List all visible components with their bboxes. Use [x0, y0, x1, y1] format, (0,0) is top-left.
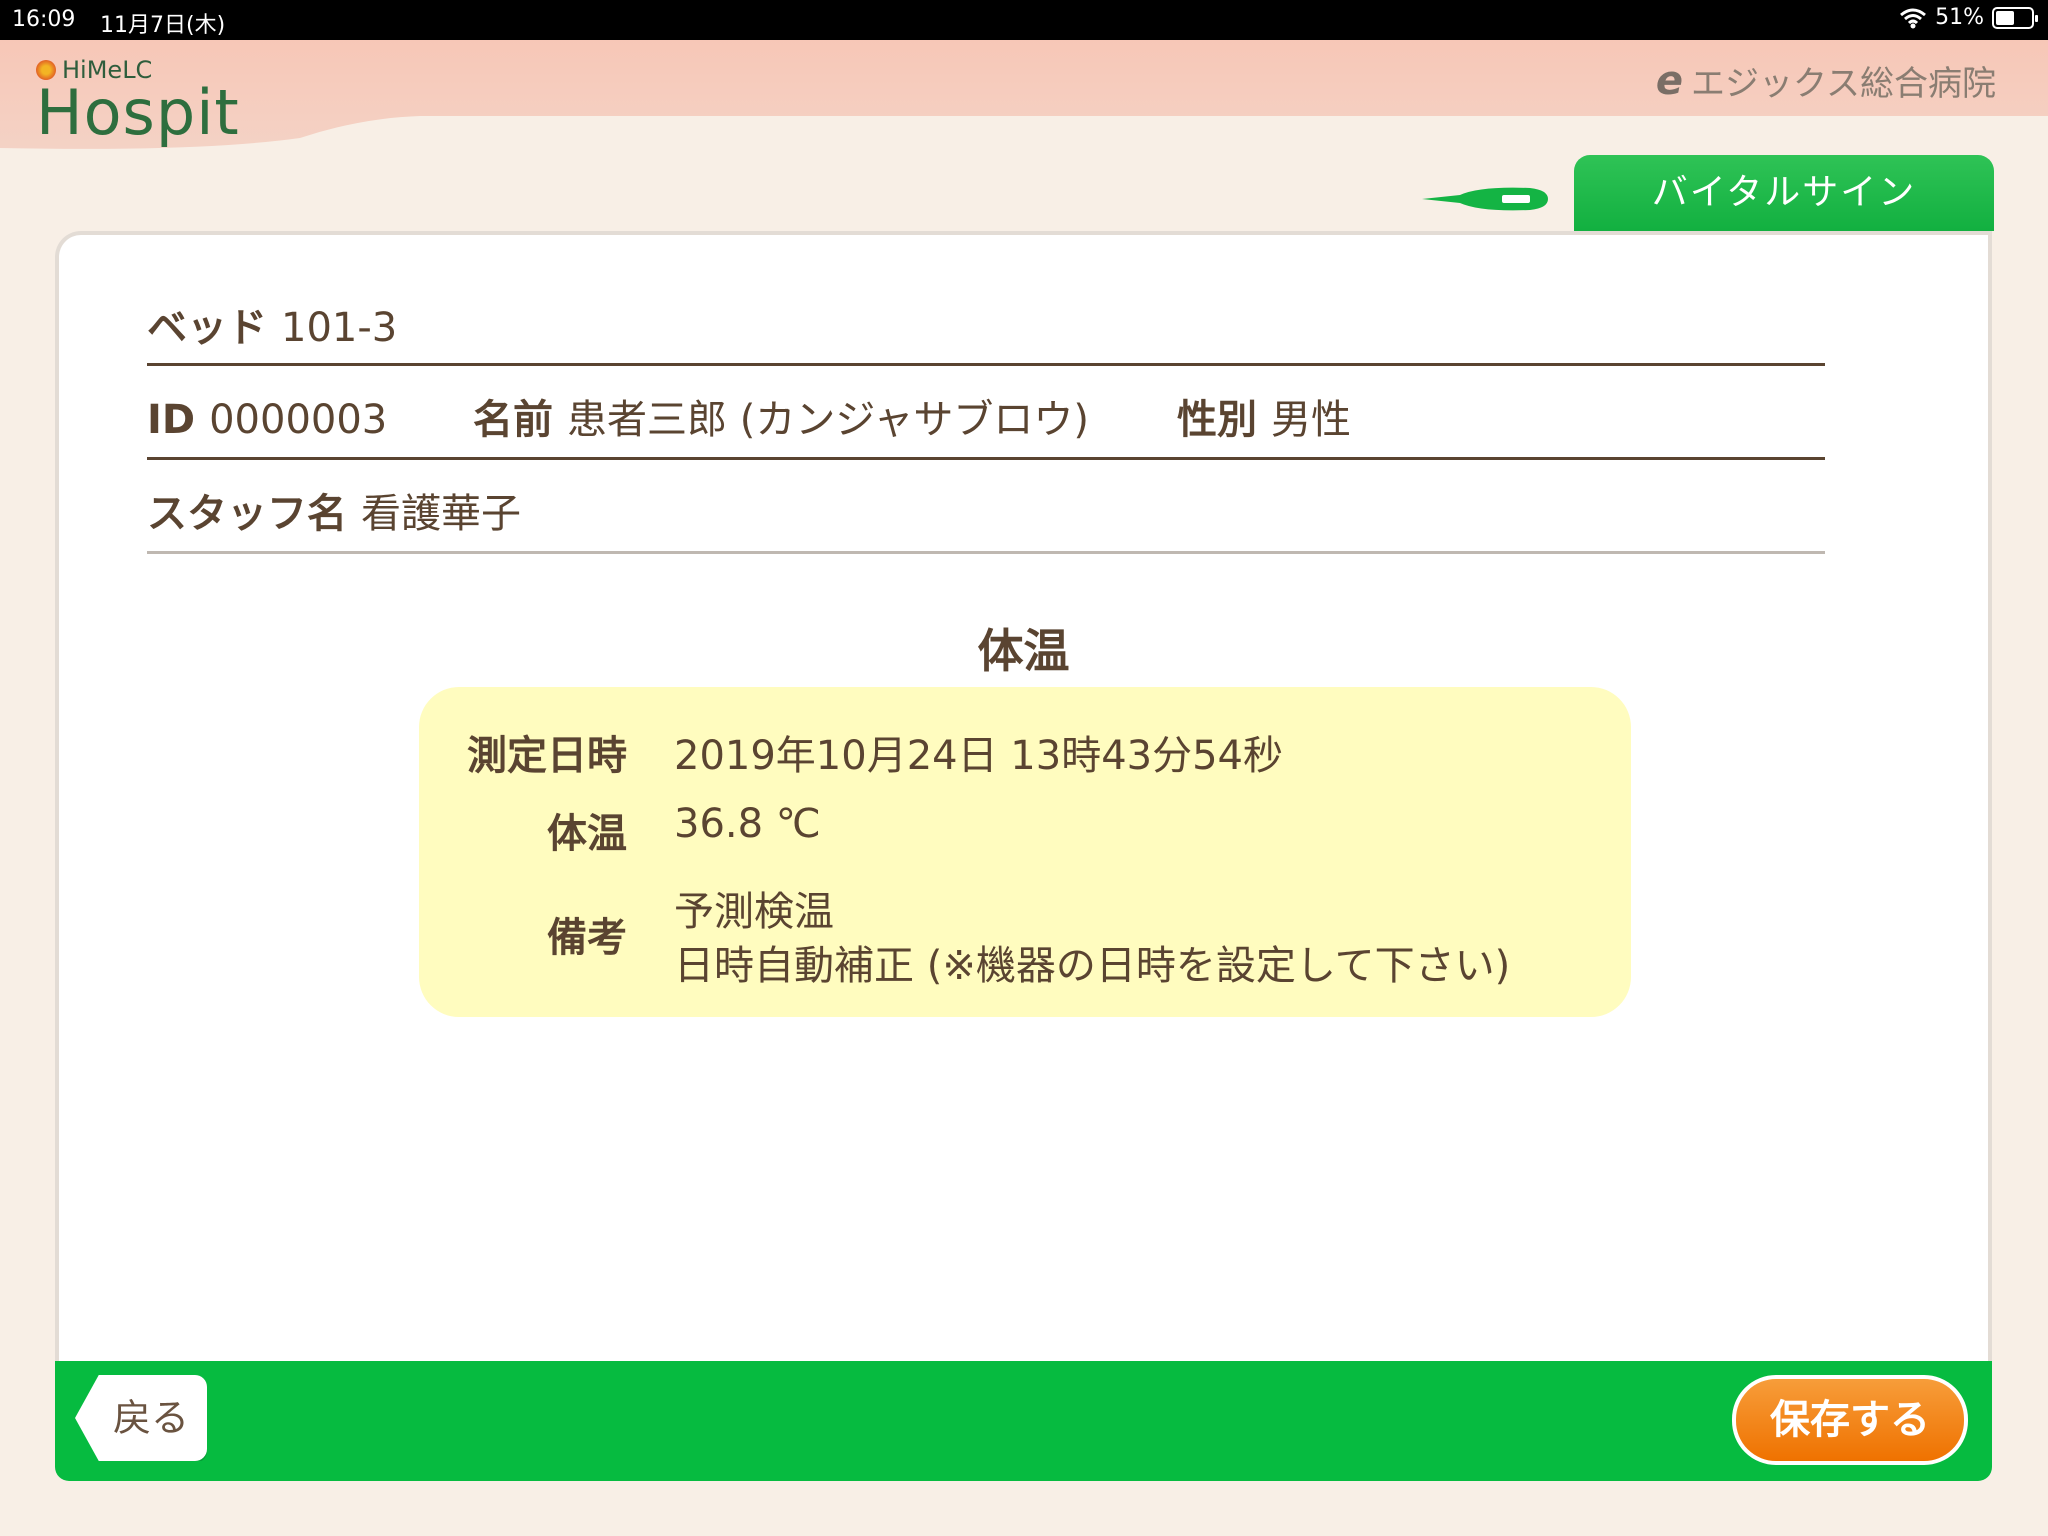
battery-percent: 51% — [1935, 5, 1984, 30]
hospital-label: エジックス総合病院 — [1691, 64, 1996, 104]
datetime-label: 測定日時 — [467, 733, 627, 779]
id-value: 0000003 — [209, 397, 388, 443]
temp-label: 体温 — [547, 811, 627, 857]
datetime-value: 2019年10月24日 13時43分54秒 — [674, 733, 1284, 779]
status-bar: 16:09 11月7日(木) 51% — [0, 0, 2048, 40]
status-time: 16:09 — [12, 7, 76, 32]
hospital-name: e エジックス総合病院 — [1656, 56, 1996, 105]
edix-logo-icon: e — [1655, 57, 1684, 104]
status-right: 51% — [1899, 5, 2038, 30]
status-date: 11月7日(木) — [100, 13, 226, 38]
temp-value: 36.8 ℃ — [674, 801, 821, 847]
thermometer-icon — [1422, 187, 1548, 211]
note-line1: 予測検温 — [674, 889, 834, 935]
name-value: 患者三郎 (カンジャサブロウ) — [567, 397, 1089, 443]
tab-vital-sign[interactable]: バイタルサイン — [1574, 155, 1994, 231]
brand-big: Hospit — [36, 76, 240, 149]
app-logo: HiMeLC Hospit — [36, 56, 240, 144]
footer-bar: 戻る 保存する — [55, 1361, 1992, 1481]
wifi-icon — [1900, 8, 1927, 28]
save-button[interactable]: 保存する — [1732, 1375, 1968, 1465]
section-title: 体温 — [977, 624, 1070, 678]
back-button[interactable]: 戻る — [75, 1375, 207, 1461]
sex-value: 男性 — [1271, 397, 1351, 443]
note-label: 備考 — [547, 915, 627, 961]
main-panel: ベッド 101-3 ID 0000003 名前 患者三郎 (カンジャサブロウ) 性別 男性 … — [55, 231, 1992, 1361]
staff-value: 看護華子 — [361, 491, 521, 537]
measurement-box: 測定日時 2019年10月24日 13時43分54秒 体温 36.8 ℃ 備考 … — [419, 687, 1631, 1017]
staff-label: スタッフ名 — [147, 491, 347, 537]
bed-value: 101-3 — [281, 305, 398, 351]
id-label: ID — [147, 397, 196, 443]
battery-icon — [1992, 6, 2038, 29]
patient-row: ID 0000003 名前 患者三郎 (カンジャサブロウ) 性別 男性 — [147, 387, 1825, 460]
staff-row: スタッフ名 看護華子 — [147, 481, 1825, 554]
note-line2: 日時自動補正 (※機器の日時を設定して下さい) — [674, 943, 1511, 989]
sex-label: 性別 — [1177, 397, 1257, 443]
name-label: 名前 — [473, 397, 553, 443]
app-header: HiMeLC Hospit e エジックス総合病院 — [0, 40, 2048, 168]
bed-label: ベッド — [147, 305, 267, 351]
bed-row: ベッド 101-3 — [147, 295, 1825, 366]
